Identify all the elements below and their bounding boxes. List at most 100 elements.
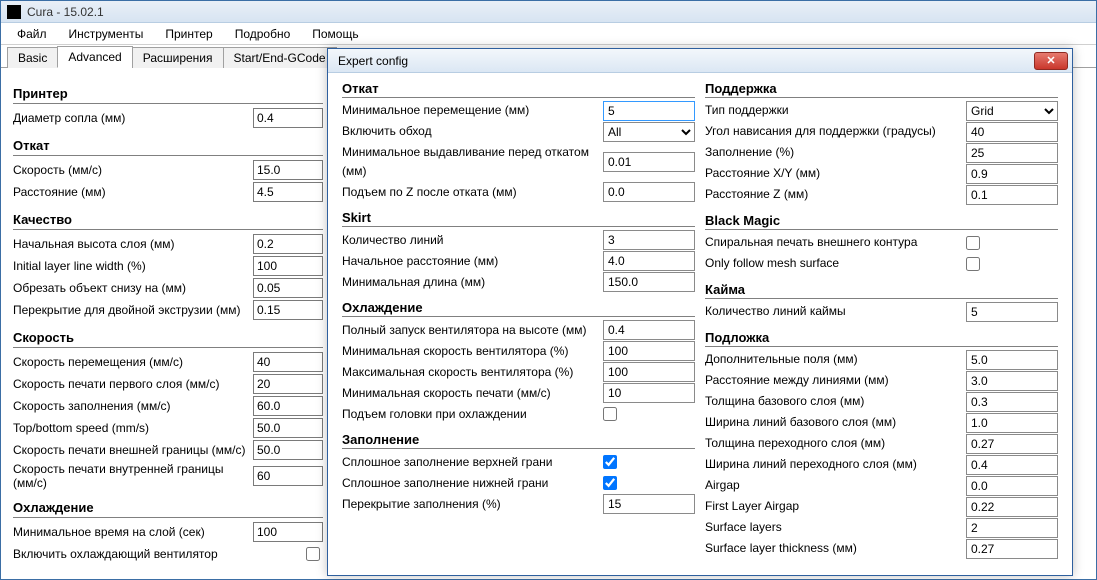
raft-basethick-label: Толщина базового слоя (мм) bbox=[705, 392, 966, 411]
dialog-left-column: Откат Минимальное перемещение (мм) Включ… bbox=[342, 81, 705, 567]
raft-surflayers-input[interactable] bbox=[966, 518, 1058, 538]
close-icon: ✕ bbox=[1046, 54, 1055, 67]
mesh-only-checkbox[interactable] bbox=[966, 257, 980, 271]
spiralize-checkbox[interactable] bbox=[966, 236, 980, 250]
solid-top-checkbox[interactable] bbox=[603, 455, 617, 469]
fan-min-label: Минимальная скорость вентилятора (%) bbox=[342, 342, 603, 361]
travel-speed-label: Скорость перемещения (мм/с) bbox=[13, 355, 253, 369]
fan-full-h-input[interactable] bbox=[603, 320, 695, 340]
skirt-lines-label: Количество линий bbox=[342, 231, 603, 250]
init-layer-h-input[interactable] bbox=[253, 234, 323, 254]
spiralize-label: Спиральная печать внешнего контура bbox=[705, 233, 962, 252]
tab-gcode[interactable]: Start/End-GCode bbox=[223, 47, 337, 68]
nozzle-dia-input[interactable] bbox=[253, 108, 323, 128]
raft-interfthick-input[interactable] bbox=[966, 434, 1058, 454]
raft-interfthick-label: Толщина переходного слоя (мм) bbox=[705, 434, 966, 453]
support-z-input[interactable] bbox=[966, 185, 1058, 205]
dgroup-blackmagic: Black Magic bbox=[705, 213, 1058, 230]
combing-label: Включить обход bbox=[342, 122, 603, 141]
cut-bottom-input[interactable] bbox=[253, 278, 323, 298]
infill-overlap-input[interactable] bbox=[603, 494, 695, 514]
skirt-len-input[interactable] bbox=[603, 272, 695, 292]
solid-bot-label: Сплошное заполнение нижней грани bbox=[342, 474, 599, 493]
support-xy-input[interactable] bbox=[966, 164, 1058, 184]
tab-plugins[interactable]: Расширения bbox=[132, 47, 224, 68]
min-travel-input[interactable] bbox=[603, 101, 695, 121]
retract-dist-input[interactable] bbox=[253, 182, 323, 202]
menu-help[interactable]: Помощь bbox=[302, 25, 368, 43]
skirt-lines-input[interactable] bbox=[603, 230, 695, 250]
support-angle-label: Угол нависания для поддержки (градусы) bbox=[705, 122, 966, 141]
menu-file[interactable]: Файл bbox=[7, 25, 57, 43]
min-layer-time-label: Минимальное время на слой (сек) bbox=[13, 525, 253, 539]
fan-max-input[interactable] bbox=[603, 362, 695, 382]
fan-enable-checkbox[interactable] bbox=[306, 547, 320, 561]
support-angle-input[interactable] bbox=[966, 122, 1058, 142]
main-titlebar: Cura - 15.02.1 bbox=[1, 1, 1096, 23]
zhop-input[interactable] bbox=[603, 182, 695, 202]
min-extrude-input[interactable] bbox=[603, 152, 695, 172]
min-travel-label: Минимальное перемещение (мм) bbox=[342, 101, 603, 120]
dialog-title: Expert config bbox=[338, 54, 408, 68]
group-cool: Охлаждение bbox=[13, 500, 323, 518]
cut-bottom-label: Обрезать объект снизу на (мм) bbox=[13, 281, 253, 295]
menu-details[interactable]: Подробно bbox=[225, 25, 301, 43]
brim-lines-input[interactable] bbox=[966, 302, 1058, 322]
solid-bot-checkbox[interactable] bbox=[603, 476, 617, 490]
inner-speed-input[interactable] bbox=[253, 466, 323, 486]
retract-speed-input[interactable] bbox=[253, 160, 323, 180]
raft-airgap-input[interactable] bbox=[966, 476, 1058, 496]
skirt-len-label: Минимальная длина (мм) bbox=[342, 273, 603, 292]
fan-min-input[interactable] bbox=[603, 341, 695, 361]
support-type-label: Тип поддержки bbox=[705, 101, 966, 120]
dialog-close-button[interactable]: ✕ bbox=[1034, 52, 1068, 70]
travel-speed-input[interactable] bbox=[253, 352, 323, 372]
raft-basethick-input[interactable] bbox=[966, 392, 1058, 412]
infill-overlap-label: Перекрытие заполнения (%) bbox=[342, 495, 603, 514]
raft-margin-input[interactable] bbox=[966, 350, 1058, 370]
outer-speed-input[interactable] bbox=[253, 440, 323, 460]
raft-linespace-label: Расстояние между линиями (мм) bbox=[705, 371, 966, 390]
first-layer-speed-input[interactable] bbox=[253, 374, 323, 394]
app-icon bbox=[7, 5, 21, 19]
group-printer: Принтер bbox=[13, 86, 323, 104]
raft-basew-input[interactable] bbox=[966, 413, 1058, 433]
head-lift-checkbox[interactable] bbox=[603, 407, 617, 421]
mesh-only-label: Only follow mesh surface bbox=[705, 254, 962, 273]
init-line-w-input[interactable] bbox=[253, 256, 323, 276]
raft-surfthick-input[interactable] bbox=[966, 539, 1058, 559]
raft-firstairgap-label: First Layer Airgap bbox=[705, 497, 966, 516]
dual-overlap-input[interactable] bbox=[253, 300, 323, 320]
raft-interfw-input[interactable] bbox=[966, 455, 1058, 475]
raft-airgap-label: Airgap bbox=[705, 476, 966, 495]
group-speed: Скорость bbox=[13, 330, 323, 348]
dialog-body: Откат Минимальное перемещение (мм) Включ… bbox=[328, 73, 1072, 575]
first-layer-speed-label: Скорость печати первого слоя (мм/с) bbox=[13, 377, 253, 391]
raft-basew-label: Ширина линий базового слоя (мм) bbox=[705, 413, 966, 432]
combing-select[interactable]: All bbox=[603, 122, 695, 142]
menu-tools[interactable]: Инструменты bbox=[59, 25, 154, 43]
raft-surfthick-label: Surface layer thickness (мм) bbox=[705, 539, 966, 558]
inner-speed-label: Скорость печати внутренней границы (мм/с… bbox=[13, 462, 253, 490]
tab-advanced[interactable]: Advanced bbox=[57, 46, 132, 68]
raft-margin-label: Дополнительные поля (мм) bbox=[705, 350, 966, 369]
skirt-dist-label: Начальное расстояние (мм) bbox=[342, 252, 603, 271]
raft-firstairgap-input[interactable] bbox=[966, 497, 1058, 517]
min-print-speed-input[interactable] bbox=[603, 383, 695, 403]
tab-basic[interactable]: Basic bbox=[7, 47, 58, 68]
support-type-select[interactable]: Grid bbox=[966, 101, 1058, 121]
support-fill-label: Заполнение (%) bbox=[705, 143, 966, 162]
head-lift-label: Подъем головки при охлаждении bbox=[342, 405, 599, 424]
menu-printer[interactable]: Принтер bbox=[155, 25, 222, 43]
infill-speed-input[interactable] bbox=[253, 396, 323, 416]
skirt-dist-input[interactable] bbox=[603, 251, 695, 271]
support-fill-input[interactable] bbox=[966, 143, 1058, 163]
dgroup-brim: Кайма bbox=[705, 282, 1058, 299]
dgroup-raft: Подложка bbox=[705, 330, 1058, 347]
solid-top-label: Сплошное заполнение верхней грани bbox=[342, 453, 599, 472]
group-quality: Качество bbox=[13, 212, 323, 230]
raft-linespace-input[interactable] bbox=[966, 371, 1058, 391]
group-retract: Откат bbox=[13, 138, 323, 156]
min-layer-time-input[interactable] bbox=[253, 522, 323, 542]
topbottom-speed-input[interactable] bbox=[253, 418, 323, 438]
